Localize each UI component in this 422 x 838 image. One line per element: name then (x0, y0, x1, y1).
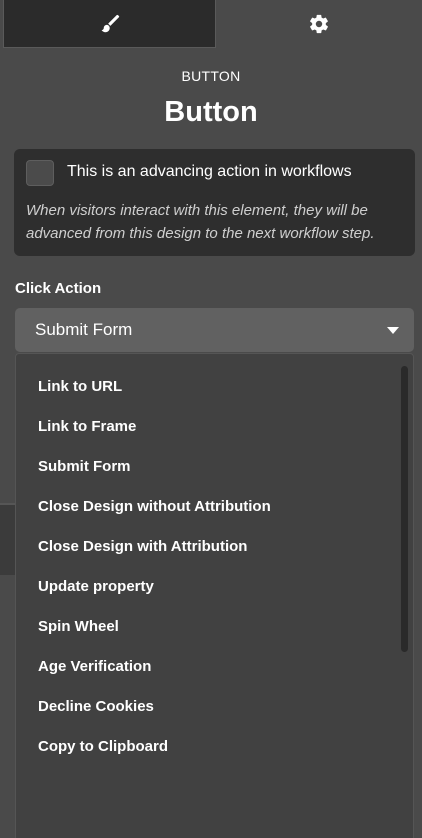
menu-item-copy-to-clipboard[interactable]: Copy to Clipboard (16, 726, 401, 766)
tab-style[interactable] (3, 0, 216, 48)
menu-item-link-to-frame[interactable]: Link to Frame (16, 406, 401, 446)
menu-item-close-design-without-attribution[interactable]: Close Design without Attribution (16, 486, 401, 526)
click-action-selected-value: Submit Form (35, 320, 133, 339)
advancing-action-help: When visitors interact with this element… (26, 202, 375, 242)
gear-icon (308, 13, 330, 35)
element-settings-panel: BUTTON Button This is an advancing actio… (0, 0, 422, 838)
advancing-action-label[interactable]: This is an advancing action in workflows (67, 163, 352, 181)
page-title: Button (164, 96, 258, 128)
tab-settings[interactable] (216, 0, 422, 48)
click-action-select[interactable]: Submit Form (15, 308, 414, 352)
menu-item-spin-wheel[interactable]: Spin Wheel (16, 606, 401, 646)
menu-item-link-to-url[interactable]: Link to URL (16, 366, 401, 406)
advancing-action-checkbox[interactable] (26, 160, 54, 186)
menu-scrollbar[interactable] (401, 366, 408, 652)
menu-item-close-design-with-attribution[interactable]: Close Design with Attribution (16, 526, 401, 566)
menu-item-submit-form[interactable]: Submit Form (16, 446, 401, 486)
element-kind: BUTTON (181, 68, 241, 84)
click-action-dropdown-menu: Link to URL Link to Frame Submit Form Cl… (15, 353, 414, 838)
paintbrush-icon (99, 13, 121, 35)
caret-down-icon (387, 327, 399, 334)
menu-item-age-verification[interactable]: Age Verification (16, 646, 401, 686)
menu-item-update-property[interactable]: Update property (16, 566, 401, 606)
advancing-action-box: This is an advancing action in workflows… (14, 149, 415, 256)
menu-item-decline-cookies[interactable]: Decline Cookies (16, 686, 401, 726)
click-action-label: Click Action (15, 280, 102, 297)
panel-tabs (0, 0, 422, 48)
